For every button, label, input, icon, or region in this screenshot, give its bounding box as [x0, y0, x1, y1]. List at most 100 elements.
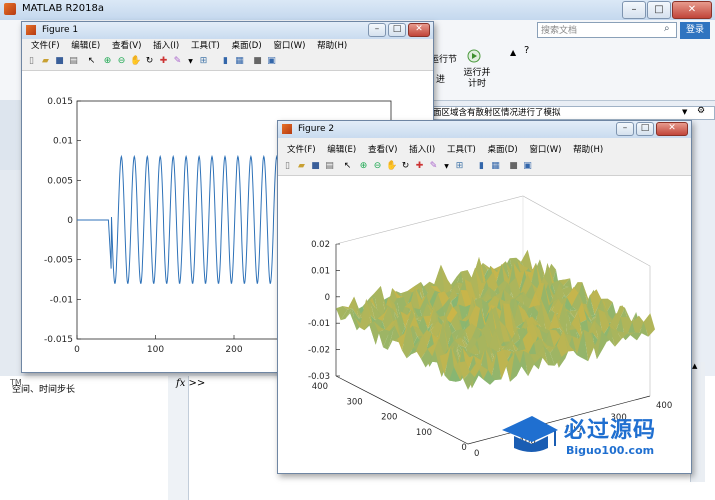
run-section-label[interactable]: 运行节 [430, 52, 457, 65]
z-tick-label: -0.02 [308, 346, 330, 356]
figure-1-maximize-button[interactable]: □ [388, 23, 406, 37]
run-time-label[interactable]: 运行并 计时 [460, 68, 494, 90]
menu-help[interactable]: 帮助(H) [317, 41, 347, 51]
zoom-in-icon[interactable]: ⊕ [102, 56, 113, 67]
y-tick-label: 400 [312, 382, 328, 392]
rotate-icon[interactable]: ↻ [400, 161, 411, 172]
run-time-icon[interactable] [466, 46, 482, 64]
current-folder-path[interactable]: 面区域含有散射区情况进行了模拟 [428, 106, 715, 120]
show-plot-tools-icon[interactable]: ▣ [266, 56, 277, 67]
new-figure-icon[interactable]: ▯ [282, 161, 293, 172]
y-tick-label: 200 [381, 413, 397, 423]
hide-plot-tools-icon[interactable]: ■ [252, 56, 263, 67]
toolstrip-more-icon[interactable]: ▲ [510, 48, 516, 57]
open-icon[interactable]: ▰ [296, 161, 307, 172]
figure-2-title: Figure 2 [298, 124, 335, 134]
colorbar-icon[interactable]: ▮ [220, 56, 231, 67]
z-tick-label: 0.01 [311, 266, 330, 276]
menu-help[interactable]: 帮助(H) [573, 145, 603, 155]
search-icon[interactable]: ⌕ [664, 23, 670, 34]
y-tick-label: 300 [346, 397, 362, 407]
figure-1-toolbar: ▯ ▰ ■ ▤ ↖ ⊕ ⊖ ✋ ↻ ✚ ✎ ▼ ⊞ ▮ ▦ ■ ▣ [22, 54, 433, 71]
figure-2-title-bar: Figure 2 – □ ✕ [278, 121, 691, 138]
login-button[interactable]: 登录 [680, 22, 710, 39]
zoom-out-icon[interactable]: ⊖ [116, 56, 127, 67]
folder-panel-strip [0, 100, 22, 170]
figure-icon [282, 124, 292, 134]
cmd-gutter [168, 376, 189, 500]
x-tick-label: 100 [147, 345, 164, 355]
menu-window[interactable]: 窗口(W) [529, 145, 561, 155]
advance-label[interactable]: 进 [436, 72, 445, 85]
close-button[interactable]: ✕ [672, 1, 712, 19]
watermark-url: Biguo100.com [566, 444, 655, 457]
path-options-icon[interactable]: ⚙ [697, 106, 705, 116]
pointer-icon[interactable]: ↖ [342, 161, 353, 172]
help-icon[interactable]: ? [524, 45, 529, 56]
menu-tools[interactable]: 工具(T) [191, 41, 220, 51]
colorbar-icon[interactable]: ▮ [476, 161, 487, 172]
command-prompt[interactable]: fx >> [176, 378, 205, 389]
menu-edit[interactable]: 编辑(E) [327, 145, 356, 155]
zoom-out-icon[interactable]: ⊖ [372, 161, 383, 172]
hide-plot-tools-icon[interactable]: ■ [508, 161, 519, 172]
figure-2-menubar: 文件(F) 编辑(E) 查看(V) 插入(I) 工具(T) 桌面(D) 窗口(W… [278, 143, 691, 158]
scroll-up-icon[interactable]: ▲ [692, 362, 697, 370]
minimize-button[interactable]: – [622, 1, 646, 19]
legend-icon[interactable]: ▦ [490, 161, 501, 172]
y-tick-label: 0.01 [53, 137, 73, 147]
data-cursor-icon[interactable]: ✚ [158, 56, 169, 67]
new-figure-icon[interactable]: ▯ [26, 56, 37, 67]
menu-insert[interactable]: 插入(I) [153, 41, 179, 51]
menu-insert[interactable]: 插入(I) [409, 145, 435, 155]
menu-file[interactable]: 文件(F) [31, 41, 60, 51]
data-cursor-icon[interactable]: ✚ [414, 161, 425, 172]
zoom-in-icon[interactable]: ⊕ [358, 161, 369, 172]
brush-icon[interactable]: ✎ [172, 56, 183, 67]
matlab-logo-icon [4, 3, 16, 15]
figure-1-close-button[interactable]: ✕ [408, 23, 430, 37]
y-tick-label: -0.005 [44, 256, 73, 266]
menu-file[interactable]: 文件(F) [287, 145, 316, 155]
menu-tools[interactable]: 工具(T) [447, 145, 476, 155]
maximize-button[interactable]: □ [647, 1, 671, 19]
y-tick-label: -0.01 [50, 295, 73, 305]
menu-window[interactable]: 窗口(W) [273, 41, 305, 51]
legend-icon[interactable]: ▦ [234, 56, 245, 67]
menu-desktop[interactable]: 桌面(D) [231, 41, 261, 51]
y-tick-label: 100 [416, 428, 432, 438]
open-icon[interactable]: ▰ [40, 56, 51, 67]
print-icon[interactable]: ▤ [324, 161, 335, 172]
menu-desktop[interactable]: 桌面(D) [487, 145, 517, 155]
figure-2-close-button[interactable]: ✕ [656, 122, 688, 136]
watermark-text: 必过源码 [564, 418, 657, 443]
pan-icon[interactable]: ✋ [130, 56, 141, 67]
menu-view[interactable]: 查看(V) [368, 145, 397, 155]
figure-2-maximize-button[interactable]: □ [636, 122, 654, 136]
workspace-panel: TM 空间、时间步长 [0, 376, 169, 500]
show-plot-tools-icon[interactable]: ▣ [522, 161, 533, 172]
figure-1-title-bar: Figure 1 – □ ✕ [22, 22, 433, 39]
pointer-icon[interactable]: ↖ [86, 56, 97, 67]
save-icon[interactable]: ■ [54, 56, 65, 67]
pan-icon[interactable]: ✋ [386, 161, 397, 172]
search-docs-input[interactable]: 搜索文档 [537, 22, 677, 38]
path-dropdown-icon[interactable]: ▼ [682, 108, 687, 116]
rotate-icon[interactable]: ↻ [144, 56, 155, 67]
print-icon[interactable]: ▤ [68, 56, 79, 67]
link-plot-icon[interactable]: ⊞ [454, 161, 465, 172]
watermark: 必过源码 Biguo100.com [500, 410, 700, 470]
menu-edit[interactable]: 编辑(E) [71, 41, 100, 51]
brush-icon[interactable]: ✎ [428, 161, 439, 172]
y-tick-label: -0.015 [44, 335, 73, 345]
figure-2-toolbar: ▯ ▰ ■ ▤ ↖ ⊕ ⊖ ✋ ↻ ✚ ✎ ▼ ⊞ ▮ ▦ ■ ▣ [278, 159, 691, 176]
menu-view[interactable]: 查看(V) [112, 41, 141, 51]
save-icon[interactable]: ■ [310, 161, 321, 172]
figure-1-minimize-button[interactable]: – [368, 23, 386, 37]
link-plot-icon[interactable]: ⊞ [198, 56, 209, 67]
brush-dropdown-icon[interactable]: ▼ [441, 161, 452, 172]
y-tick-label: 0.005 [47, 176, 73, 186]
workspace-item[interactable]: 空间、时间步长 [12, 382, 75, 395]
brush-dropdown-icon[interactable]: ▼ [185, 56, 196, 67]
figure-2-minimize-button[interactable]: – [616, 122, 634, 136]
